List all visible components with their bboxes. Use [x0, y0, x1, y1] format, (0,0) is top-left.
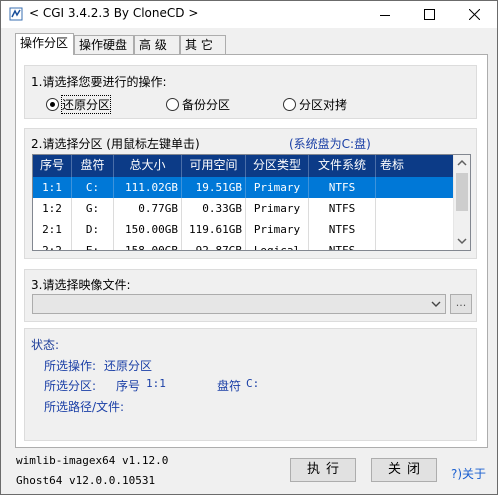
cell-label [376, 240, 454, 250]
wimlib-version: wimlib-imagex64 v1.12.0 [16, 454, 169, 467]
cell-fs: NTFS [309, 177, 376, 198]
scroll-up-icon[interactable] [457, 159, 467, 167]
cell-free: 119.61GB [182, 219, 246, 240]
ghost-version: Ghost64 v12.0.0.10531 [16, 474, 156, 487]
execute-button[interactable]: 执行 [290, 458, 356, 482]
cell-free: 92.87GB [182, 240, 246, 250]
image-file-title: 3.请选择映像文件: [31, 278, 131, 292]
cell-type: Primary [246, 198, 309, 219]
status-drive-label: 盘符 [217, 379, 242, 393]
tab-operate-partition[interactable]: 操作分区 [15, 33, 74, 55]
table-row[interactable]: 2:1 D: 150.00GB 119.61GB Primary NTFS [33, 219, 454, 240]
col-drive[interactable]: 盘符 [72, 155, 114, 177]
image-file-combo[interactable] [32, 294, 446, 314]
cell-type: Logical [246, 240, 309, 250]
table-row[interactable]: 1:1 C: 111.02GB 19.51GB Primary NTFS [33, 177, 454, 198]
title-bar: < CGI 3.4.2.3 By CloneCD > [1, 1, 497, 28]
radio-backup[interactable]: 备份分区 [166, 96, 230, 113]
close-icon [469, 9, 480, 20]
radio-copy-label: 分区对拷 [299, 98, 348, 112]
cell-drive: E: [72, 240, 114, 250]
col-index[interactable]: 序号 [33, 155, 72, 177]
radio-dot [46, 98, 59, 111]
status-title: 状态: [31, 338, 60, 352]
maximize-button[interactable] [407, 1, 452, 28]
minimize-button[interactable] [362, 1, 407, 28]
app-window: < CGI 3.4.2.3 By CloneCD > 操作分区 操作硬盘 高 级… [0, 0, 498, 495]
col-type[interactable]: 分区类型 [246, 155, 309, 177]
close-window-button[interactable] [452, 1, 497, 28]
status-op-value: 还原分区 [104, 359, 153, 373]
about-link[interactable]: ?)关于 [451, 465, 486, 482]
cell-index: 2:2 [33, 240, 72, 250]
close-button[interactable]: 关闭 [371, 458, 437, 482]
cell-fs: NTFS [309, 240, 376, 250]
status-drive: C: [246, 377, 260, 390]
cell-free: 0.33GB [182, 198, 246, 219]
cell-type: Primary [246, 219, 309, 240]
status-op-label: 所选操作: [44, 359, 97, 373]
cell-index: 1:1 [33, 177, 72, 198]
radio-copy[interactable]: 分区对拷 [283, 96, 347, 113]
cell-total: 150.00GB [114, 219, 182, 240]
tab-advanced[interactable]: 高 级 [134, 35, 180, 55]
cell-fs: NTFS [309, 198, 376, 219]
tab-other[interactable]: 其 它 [180, 35, 226, 55]
radio-restore[interactable]: 还原分区 [46, 95, 112, 114]
radio-restore-label: 还原分区 [60, 95, 112, 114]
col-free[interactable]: 可用空间 [182, 155, 246, 177]
partition-title: 2.请选择分区 (用鼠标左键单击) [31, 137, 200, 151]
status-part-index: 1:1 [146, 377, 166, 390]
table-row[interactable]: 2:2 E: 158.00GB 92.87GB Logical NTFS [33, 240, 454, 250]
cell-drive: D: [72, 219, 114, 240]
col-fs[interactable]: 文件系统 [309, 155, 376, 177]
tab-operate-disk[interactable]: 操作硬盘 [74, 35, 134, 55]
cell-index: 1:2 [33, 198, 72, 219]
cell-label [376, 177, 454, 198]
status-part-label: 所选分区: [44, 379, 97, 393]
col-label[interactable]: 卷标 [376, 155, 454, 177]
table-scrollbar[interactable] [453, 155, 470, 250]
scroll-thumb[interactable] [456, 173, 468, 211]
table-header: 序号 盘符 总大小 可用空间 分区类型 文件系统 卷标 [33, 155, 454, 177]
partition-table[interactable]: 序号 盘符 总大小 可用空间 分区类型 文件系统 卷标 1:1 C: 111.0… [32, 154, 471, 251]
operation-title: 1.请选择您要进行的操作: [31, 75, 167, 89]
radio-dot [166, 98, 179, 111]
cell-free: 19.51GB [182, 177, 246, 198]
table-row[interactable]: 1:2 G: 0.77GB 0.33GB Primary NTFS [33, 198, 454, 219]
maximize-icon [424, 9, 435, 20]
radio-backup-label: 备份分区 [182, 98, 231, 112]
combo-dropdown-button[interactable] [429, 297, 443, 311]
status-part-index-label: 序号 [116, 379, 141, 393]
chevron-down-icon [431, 301, 441, 307]
scroll-down-icon[interactable] [457, 237, 467, 245]
status-path-label: 所选路径/文件: [44, 400, 125, 414]
radio-dot [283, 98, 296, 111]
cell-drive: G: [72, 198, 114, 219]
browse-button[interactable]: ... [450, 294, 472, 314]
cell-fs: NTFS [309, 219, 376, 240]
cell-total: 158.00GB [114, 240, 182, 250]
cell-total: 111.02GB [114, 177, 182, 198]
app-icon [9, 7, 23, 21]
cell-label [376, 219, 454, 240]
col-total[interactable]: 总大小 [114, 155, 182, 177]
minimize-icon [379, 14, 390, 16]
cell-index: 2:1 [33, 219, 72, 240]
cell-label [376, 198, 454, 219]
system-disk-note: (系统盘为C:盘) [289, 137, 371, 151]
cell-type: Primary [246, 177, 309, 198]
cell-drive: C: [72, 177, 114, 198]
cell-total: 0.77GB [114, 198, 182, 219]
window-title: < CGI 3.4.2.3 By CloneCD > [29, 6, 199, 20]
